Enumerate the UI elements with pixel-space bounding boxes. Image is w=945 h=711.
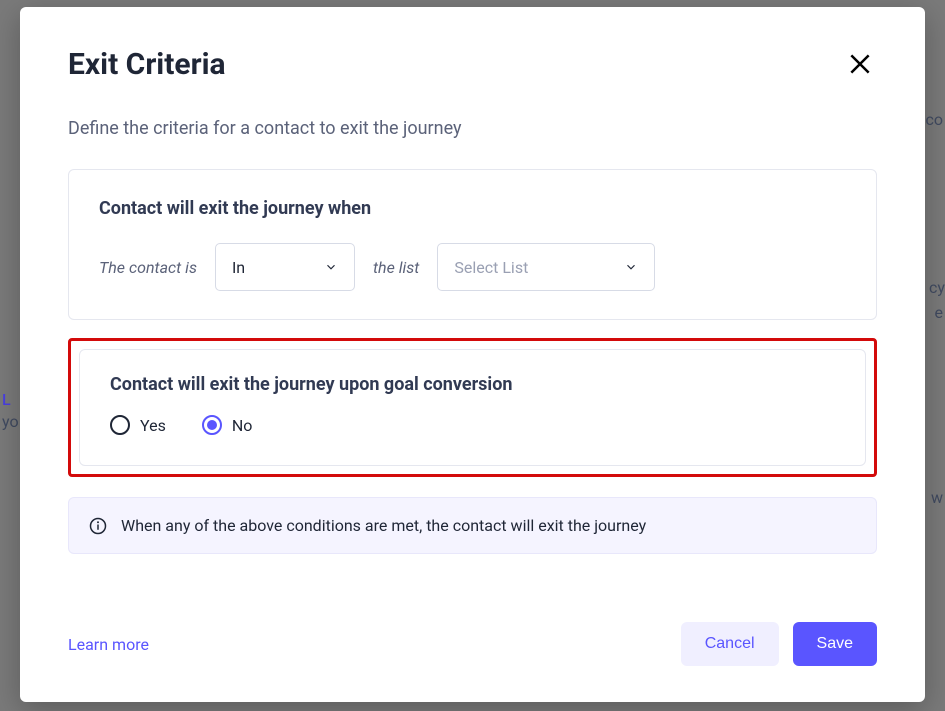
radio-icon xyxy=(110,415,130,435)
info-icon xyxy=(89,517,107,535)
radio-label-yes: Yes xyxy=(140,416,166,435)
list-select-placeholder: Select List xyxy=(454,258,528,277)
the-list-label: the list xyxy=(373,258,419,277)
radio-icon xyxy=(202,415,222,435)
exit-when-heading: Contact will exit the journey when xyxy=(99,198,846,219)
goal-conversion-section: Contact will exit the journey upon goal … xyxy=(79,349,866,466)
exit-when-section: Contact will exit the journey when The c… xyxy=(68,169,877,320)
modal-title: Exit Criteria xyxy=(68,47,226,82)
goal-conversion-heading: Contact will exit the journey upon goal … xyxy=(110,374,835,395)
save-button[interactable]: Save xyxy=(793,622,877,666)
modal-header: Exit Criteria xyxy=(68,47,877,82)
cancel-button[interactable]: Cancel xyxy=(681,622,779,666)
chevron-down-icon xyxy=(324,260,338,274)
contact-is-label: The contact is xyxy=(99,258,197,277)
chevron-down-icon xyxy=(624,260,638,274)
info-text: When any of the above conditions are met… xyxy=(121,516,646,535)
info-banner: When any of the above conditions are met… xyxy=(68,497,877,554)
list-select[interactable]: Select List xyxy=(437,243,655,291)
radio-option-yes[interactable]: Yes xyxy=(110,415,166,435)
exit-when-controls: The contact is In the list Select List xyxy=(99,243,846,291)
learn-more-link[interactable]: Learn more xyxy=(68,635,149,654)
modal-footer: Learn more Cancel Save xyxy=(68,586,877,666)
radio-option-no[interactable]: No xyxy=(202,415,253,435)
close-icon xyxy=(847,51,873,77)
in-operator-select[interactable]: In xyxy=(215,243,355,291)
radio-label-no: No xyxy=(232,416,253,435)
goal-conversion-radio-group: Yes No xyxy=(110,415,835,435)
goal-conversion-highlight: Contact will exit the journey upon goal … xyxy=(68,338,877,477)
in-operator-value: In xyxy=(232,258,245,277)
modal-subtitle: Define the criteria for a contact to exi… xyxy=(68,118,877,139)
exit-criteria-modal: Exit Criteria Define the criteria for a … xyxy=(20,7,925,702)
footer-buttons: Cancel Save xyxy=(681,622,877,666)
close-button[interactable] xyxy=(843,47,877,81)
